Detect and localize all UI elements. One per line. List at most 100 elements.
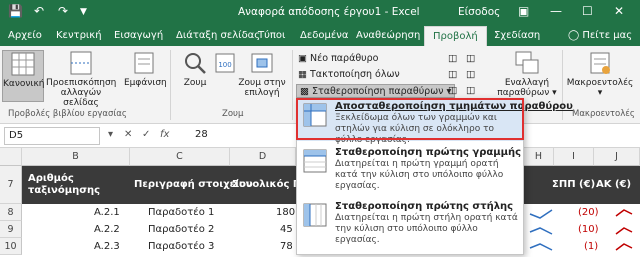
header-spp: ΣΠΠ (€) bbox=[552, 179, 596, 190]
signin-link[interactable]: Είσοδος bbox=[458, 6, 500, 18]
tab-page-layout[interactable]: Διάταξη σελίδας bbox=[176, 30, 260, 41]
group-label-zoom: Ζουμ bbox=[222, 109, 244, 119]
cell-ak[interactable]: (10) bbox=[578, 221, 599, 238]
freeze-panes-label: Σταθεροποίηση παραθύρων bbox=[312, 86, 444, 97]
unhide-button[interactable]: ◫ bbox=[448, 84, 457, 98]
customize-icon[interactable]: ▼ bbox=[80, 7, 87, 17]
highlight-box bbox=[296, 98, 524, 140]
column-header[interactable]: D bbox=[230, 148, 296, 166]
ribbon-display-icon[interactable]: ▣ bbox=[518, 4, 529, 18]
unhide-icon: ◫ bbox=[448, 85, 457, 96]
hide-button[interactable]: ◫ bbox=[448, 68, 457, 82]
tab-design[interactable]: Σχεδίαση bbox=[494, 30, 540, 41]
column-header[interactable]: B bbox=[22, 148, 130, 166]
cell-total[interactable]: 45 bbox=[280, 221, 293, 238]
column-header[interactable]: I bbox=[554, 148, 594, 166]
freeze-top-row-item[interactable]: Σταθεροποίηση πρώτης γραμμής Διατηρείται… bbox=[297, 145, 523, 197]
cell-desc[interactable]: Παραδοτέο 3 bbox=[148, 238, 214, 255]
tellme-box[interactable]: ◯ Πείτε μας bbox=[568, 30, 632, 41]
group-separator bbox=[292, 50, 293, 120]
page-break-preview-button[interactable]: Προεπισκόπηση αλλαγών σελίδας bbox=[46, 50, 116, 108]
zoom-selection-icon bbox=[251, 53, 273, 73]
sync-scroll-button[interactable]: ◫ bbox=[466, 68, 475, 82]
save-icon[interactable]: 💾 bbox=[8, 4, 23, 18]
switch-windows-icon bbox=[515, 51, 539, 74]
tab-home[interactable]: Κεντρική bbox=[56, 30, 102, 41]
new-window-button[interactable]: ▣ Νέο παράθυρο bbox=[298, 52, 379, 66]
reset-position-button[interactable]: ◫ bbox=[466, 84, 475, 98]
cell-id[interactable]: A.2.2 bbox=[94, 221, 120, 238]
undo-icon[interactable]: ↶ bbox=[34, 4, 44, 18]
freeze-first-column-title: Σταθεροποίηση πρώτης στήλης bbox=[335, 201, 514, 212]
arrange-all-button[interactable]: ▦ Τακτοποίηση όλων bbox=[298, 68, 400, 82]
cell-desc[interactable]: Παραδοτέο 2 bbox=[148, 221, 214, 238]
formula-input[interactable]: 28 bbox=[195, 129, 208, 140]
freeze-top-row-icon bbox=[303, 149, 327, 173]
column-header[interactable]: C bbox=[130, 148, 230, 166]
cell-total[interactable]: 78 bbox=[280, 238, 293, 255]
show-button[interactable]: Εμφάνιση bbox=[124, 50, 167, 102]
split-button[interactable]: ◫ bbox=[448, 52, 457, 66]
maximize-icon[interactable]: ☐ bbox=[582, 4, 593, 18]
group-label-macros: Μακροεντολές bbox=[572, 109, 635, 119]
name-box-dropdown-icon[interactable]: ▾ bbox=[108, 129, 113, 140]
normal-view-label: Κανονική bbox=[3, 79, 45, 89]
arrange-all-label: Τακτοποίηση όλων bbox=[310, 69, 400, 80]
redo-icon[interactable]: ↷ bbox=[58, 4, 68, 18]
indicator-icon bbox=[615, 209, 633, 251]
minimize-icon[interactable]: — bbox=[550, 4, 562, 18]
close-icon[interactable]: ✕ bbox=[614, 4, 624, 18]
switch-windows-label: Εναλλαγή παραθύρων bbox=[497, 78, 550, 98]
normal-view-icon bbox=[11, 52, 35, 76]
dropdown-arrow-icon: ▾ bbox=[552, 88, 557, 98]
zoom-100-button[interactable]: 100 bbox=[214, 50, 236, 102]
zoom-button[interactable]: Ζουμ bbox=[178, 50, 212, 102]
row-header[interactable]: 9 bbox=[0, 221, 22, 238]
freeze-first-column-desc: Διατηρείται η πρώτη στήλη ορατή κατά την… bbox=[335, 213, 518, 245]
tab-review[interactable]: Αναθεώρηση bbox=[356, 30, 420, 41]
lightbulb-icon: ◯ bbox=[568, 30, 583, 41]
header-ak: ΑΚ (€) bbox=[596, 179, 632, 190]
tab-data[interactable]: Δεδομένα bbox=[300, 30, 348, 41]
cell-ak[interactable]: (20) bbox=[578, 204, 599, 221]
reset-position-icon: ◫ bbox=[466, 85, 475, 96]
page-break-icon bbox=[70, 51, 92, 75]
show-icon bbox=[134, 52, 154, 74]
view-side-by-side-button[interactable]: ◫ bbox=[466, 52, 475, 66]
tab-insert[interactable]: Εισαγωγή bbox=[114, 30, 163, 41]
hide-icon: ◫ bbox=[448, 69, 457, 80]
cell-ak[interactable]: (1) bbox=[584, 238, 598, 255]
column-header[interactable]: H bbox=[524, 148, 554, 166]
zoom-selection-button[interactable]: Ζουμ στην επιλογή bbox=[236, 50, 288, 102]
cell-id[interactable]: A.2.1 bbox=[94, 204, 120, 221]
zoom-selection-label: Ζουμ στην επιλογή bbox=[238, 78, 286, 98]
freeze-panes-button[interactable]: ▩ Σταθεροποίηση παραθύρων ▾ bbox=[296, 84, 456, 98]
tab-file[interactable]: Αρχείο bbox=[8, 30, 42, 41]
zoom-100-icon: 100 bbox=[215, 53, 235, 73]
row-header[interactable]: 10 bbox=[0, 238, 22, 255]
cell-desc[interactable]: Παραδοτέο 1 bbox=[148, 204, 214, 221]
row-header[interactable]: 8 bbox=[0, 204, 22, 221]
name-box[interactable]: D5 bbox=[4, 127, 100, 145]
freeze-panes-icon: ▩ bbox=[300, 86, 312, 97]
macros-button[interactable]: Μακροεντολές ▾ bbox=[566, 50, 634, 108]
group-label-views: Προβολές βιβλίου εργασίας bbox=[8, 109, 127, 119]
normal-view-button[interactable]: Κανονική bbox=[2, 50, 44, 102]
cell-total[interactable]: 180 bbox=[276, 204, 295, 221]
tab-formulas[interactable]: Τύποι bbox=[258, 30, 285, 41]
column-header[interactable]: J bbox=[594, 148, 640, 166]
function-icon[interactable]: fx bbox=[160, 129, 169, 140]
freeze-top-row-title: Σταθεροποίηση πρώτης γραμμής bbox=[335, 147, 522, 158]
magnifier-icon bbox=[185, 53, 206, 74]
row-header[interactable]: 7 bbox=[0, 166, 22, 204]
macros-icon bbox=[590, 52, 610, 74]
split-icon: ◫ bbox=[448, 53, 457, 64]
select-all-corner[interactable] bbox=[0, 148, 22, 166]
cancel-icon[interactable]: ✕ bbox=[124, 129, 132, 140]
enter-icon[interactable]: ✓ bbox=[142, 129, 150, 140]
ribbon-tabs: Αρχείο Κεντρική Εισαγωγή Διάταξη σελίδας… bbox=[0, 26, 640, 46]
view-side-by-side-icon: ◫ bbox=[466, 53, 475, 64]
cell-id[interactable]: A.2.3 bbox=[94, 238, 120, 255]
freeze-first-column-item[interactable]: Σταθεροποίηση πρώτης στήλης Διατηρείται … bbox=[297, 199, 523, 251]
tab-view[interactable]: Προβολή bbox=[424, 26, 487, 46]
